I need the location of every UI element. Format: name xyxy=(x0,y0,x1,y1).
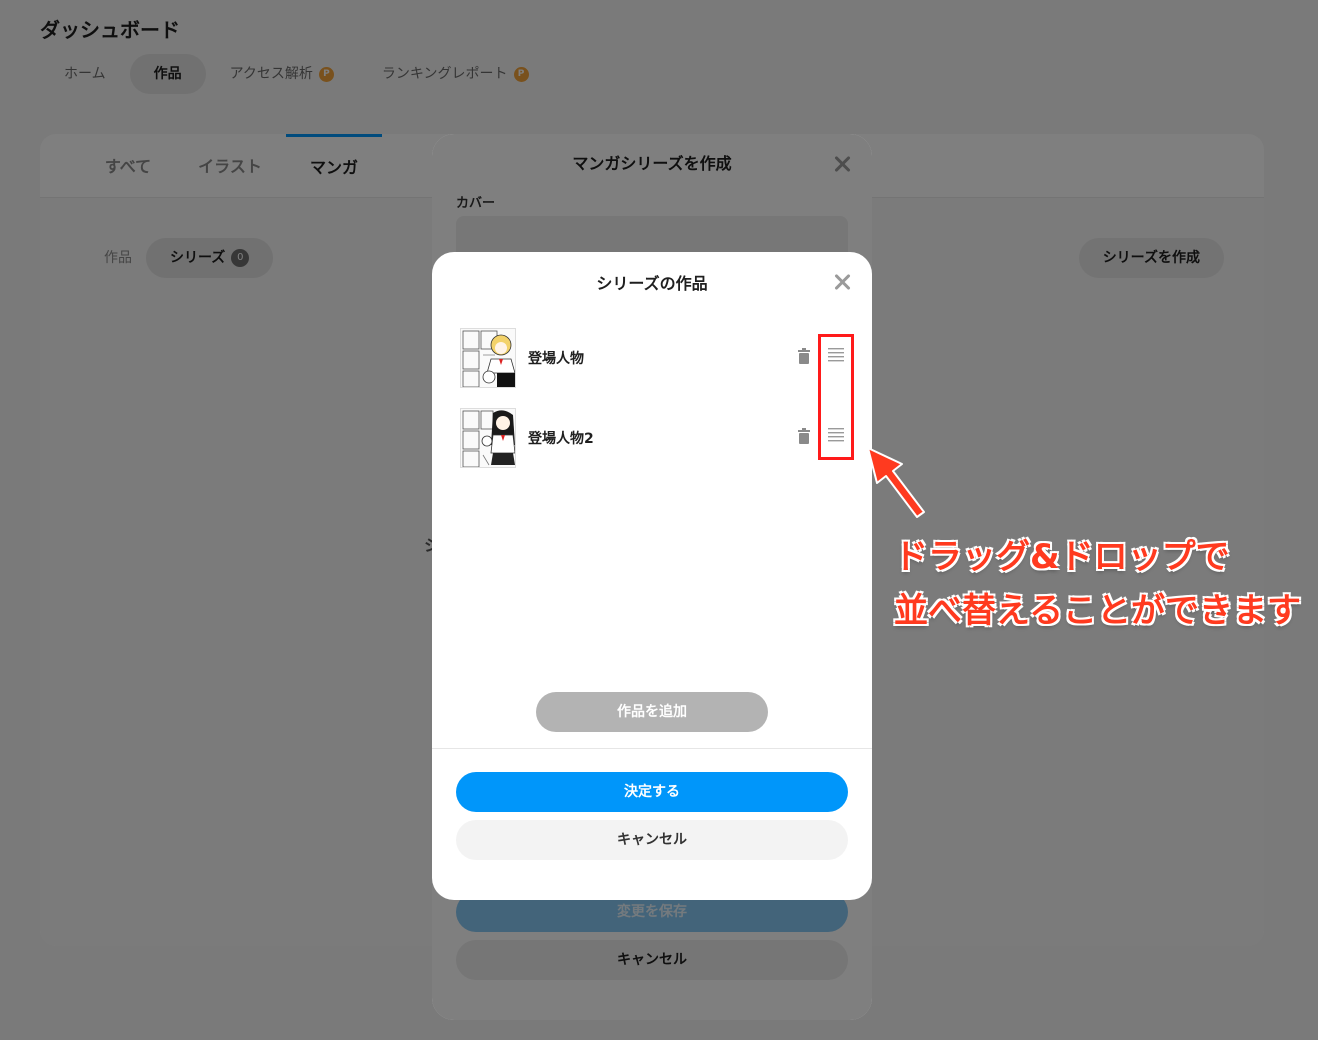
trash-icon[interactable] xyxy=(798,428,810,444)
work-title: 登場人物 xyxy=(528,351,584,367)
work-title: 登場人物2 xyxy=(528,431,594,447)
annotation-arrow-icon xyxy=(867,447,925,518)
annotation-line-1: ドラッグ&ドロップで xyxy=(894,537,1230,577)
series-works-modal: シリーズの作品 登場人物 登場人物2 作品を追加 決定する キャンセル xyxy=(432,252,872,900)
trash-icon[interactable] xyxy=(798,348,810,364)
list-item[interactable]: 登場人物2 xyxy=(460,408,852,468)
list-item[interactable]: 登場人物 xyxy=(460,328,852,388)
annotation-line-2: 並べ替えることができます xyxy=(894,591,1301,631)
annotation-text: ドラッグ&ドロップで 並べ替えることができます xyxy=(894,530,1301,638)
manga-thumbnail xyxy=(460,328,516,388)
add-work-button[interactable]: 作品を追加 xyxy=(536,692,768,732)
series-works-modal-title: シリーズの作品 xyxy=(596,274,708,293)
manga-thumbnail xyxy=(460,408,516,468)
drag-handles-highlight xyxy=(818,334,854,460)
cancel-button[interactable]: キャンセル xyxy=(456,820,848,860)
confirm-button[interactable]: 決定する xyxy=(456,772,848,812)
close-icon[interactable] xyxy=(832,272,852,292)
divider xyxy=(432,748,872,749)
